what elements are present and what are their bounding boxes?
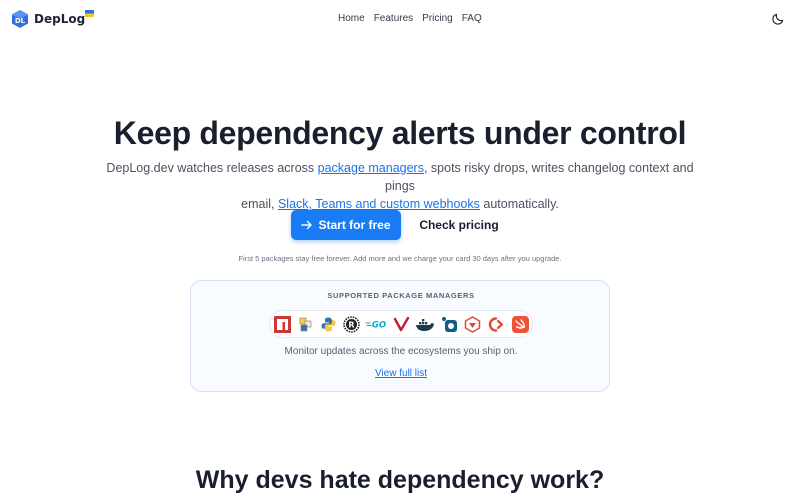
package-managers-link[interactable]: package managers <box>318 161 424 175</box>
nav-features[interactable]: Features <box>374 13 413 24</box>
npm-icon <box>273 315 291 333</box>
svg-text:GO: GO <box>372 320 386 330</box>
dart-icon <box>440 315 458 333</box>
svg-text:DL: DL <box>15 17 26 25</box>
package-managers-card: SUPPORTED PACKAGE MANAGERS R GO Monitor … <box>190 280 610 392</box>
gem-icon <box>463 315 481 333</box>
brand-logo[interactable]: DL DepLog <box>10 9 95 29</box>
package-manager-icons: R GO <box>269 310 533 338</box>
python-icon <box>319 315 337 333</box>
hero-desc-text-3: email, <box>241 197 278 211</box>
go-icon: GO <box>365 315 387 333</box>
brand-name: DepLog <box>34 12 86 26</box>
check-pricing-label: Check pricing <box>419 218 499 232</box>
view-full-list-link[interactable]: View full list <box>191 368 611 379</box>
pypi-icon <box>296 315 314 333</box>
free-tier-note: First 5 packages stay free forever. Add … <box>238 254 562 263</box>
docker-icon <box>415 315 435 333</box>
site-header: DL DepLog Home Features Pricing FAQ <box>0 0 800 38</box>
moon-icon[interactable] <box>771 12 785 26</box>
arrow-right-icon <box>301 220 313 230</box>
hero-description: DepLog.dev watches releases across packa… <box>100 159 700 213</box>
why-devs-hate-heading: Why devs hate dependency work? <box>195 466 605 494</box>
deplog-logo-icon: DL <box>12 10 28 28</box>
nav-pricing[interactable]: Pricing <box>422 13 453 24</box>
hero-desc-text-4: automatically. <box>479 197 559 211</box>
package-managers-title: SUPPORTED PACKAGE MANAGERS <box>327 291 475 300</box>
ukraine-flag-icon <box>85 10 95 17</box>
hero-desc-text-2: , spots risky drops, writes changelog co… <box>385 161 694 193</box>
integrations-link[interactable]: Slack, Teams and custom webhooks <box>278 197 480 211</box>
rust-icon: R <box>342 315 360 333</box>
svg-text:R: R <box>348 320 354 329</box>
composer-icon <box>486 315 506 333</box>
hero-title: Keep dependency alerts under control <box>113 115 687 151</box>
hero-desc-text-1: DepLog.dev watches releases across <box>106 161 318 175</box>
nav-home[interactable]: Home <box>338 13 365 24</box>
check-pricing-button[interactable]: Check pricing <box>410 210 508 240</box>
nav-faq[interactable]: FAQ <box>462 13 482 24</box>
package-managers-subtitle: Monitor updates across the ecosystems yo… <box>284 346 518 357</box>
start-for-free-button[interactable]: Start for free <box>291 210 401 240</box>
maven-icon <box>392 315 410 333</box>
swift-icon <box>511 315 529 333</box>
start-for-free-label: Start for free <box>318 218 391 232</box>
main-nav: Home Features Pricing FAQ <box>338 13 482 24</box>
